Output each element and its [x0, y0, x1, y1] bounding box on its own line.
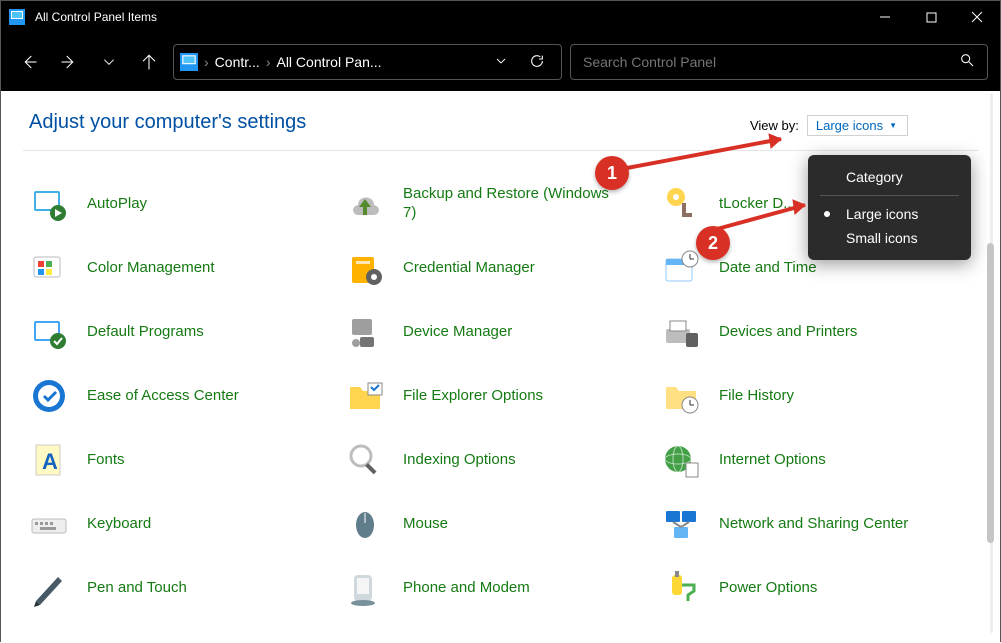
titlebar: All Control Panel Items — [1, 1, 1000, 33]
indexing-icon — [343, 438, 387, 482]
window-title: All Control Panel Items — [33, 10, 862, 24]
address-bar[interactable]: › Contr... › All Control Pan... — [173, 44, 562, 80]
control-panel-item[interactable]: Indexing Options — [343, 435, 655, 485]
caret-down-icon: ▼ — [889, 121, 897, 130]
control-panel-item[interactable]: Color Management — [27, 243, 339, 293]
item-label: Fonts — [87, 451, 125, 470]
file-explorer-icon — [343, 374, 387, 418]
recent-button[interactable] — [93, 46, 125, 78]
close-button[interactable] — [954, 1, 1000, 33]
pen-icon — [27, 566, 71, 610]
device-manager-icon — [343, 310, 387, 354]
breadcrumb-segment[interactable]: Contr... — [215, 54, 260, 70]
control-panel-item[interactable]: Pen and Touch — [27, 563, 339, 613]
bullet-icon — [824, 211, 830, 217]
minimize-button[interactable] — [862, 1, 908, 33]
search-box[interactable] — [570, 44, 988, 80]
fonts-icon: A — [27, 438, 71, 482]
file-history-icon — [659, 374, 703, 418]
viewby-dropdown: Category Large icons Small icons — [808, 155, 971, 260]
control-panel-item[interactable]: Power Options — [659, 563, 971, 613]
control-panel-item[interactable]: Device Manager — [343, 307, 655, 357]
internet-icon — [659, 438, 703, 482]
control-panel-icon — [9, 9, 25, 25]
autoplay-icon — [27, 182, 71, 226]
control-panel-icon — [180, 53, 198, 71]
viewby-value: Large icons — [816, 118, 883, 133]
breadcrumb-segment[interactable]: All Control Pan... — [276, 54, 381, 70]
chevron-right-icon: › — [202, 54, 211, 70]
bitlocker-icon — [659, 182, 703, 226]
maximize-button[interactable] — [908, 1, 954, 33]
dropdown-item-large-icons[interactable]: Large icons — [808, 202, 971, 226]
control-panel-item[interactable]: File History — [659, 371, 971, 421]
dropdown-item-small-icons[interactable]: Small icons — [808, 226, 971, 250]
annotation-badge-2: 2 — [696, 226, 730, 260]
item-label: Keyboard — [87, 515, 151, 534]
divider — [820, 195, 959, 196]
control-panel-item[interactable]: Credential Manager — [343, 243, 655, 293]
network-icon — [659, 502, 703, 546]
annotation-arrow — [711, 195, 821, 235]
devices-printers-icon — [659, 310, 703, 354]
power-icon — [659, 566, 703, 610]
scrollbar-thumb[interactable] — [987, 243, 994, 543]
item-label: Default Programs — [87, 323, 204, 342]
color-icon — [27, 246, 71, 290]
forward-button[interactable] — [53, 46, 85, 78]
chevron-right-icon: › — [264, 54, 273, 70]
control-panel-item[interactable]: Phone and Modem — [343, 563, 655, 613]
credential-icon — [343, 246, 387, 290]
control-panel-item[interactable]: Network and Sharing Center — [659, 499, 971, 549]
item-label: File Explorer Options — [403, 387, 543, 406]
search-icon — [959, 52, 975, 73]
viewby-select[interactable]: Large icons ▼ — [807, 115, 908, 136]
item-label: Device Manager — [403, 323, 512, 342]
control-panel-item[interactable]: Ease of Access Center — [27, 371, 339, 421]
control-panel-item[interactable]: Default Programs — [27, 307, 339, 357]
control-panel-item[interactable]: AutoPlay — [27, 179, 339, 229]
annotation-badge-1: 1 — [595, 156, 629, 190]
keyboard-icon — [27, 502, 71, 546]
svg-text:A: A — [42, 449, 58, 474]
item-label: AutoPlay — [87, 195, 147, 214]
item-label: File History — [719, 387, 794, 406]
item-label: Pen and Touch — [87, 579, 187, 598]
item-label: Phone and Modem — [403, 579, 530, 598]
item-label: Network and Sharing Center — [719, 515, 908, 534]
item-label: Date and Time — [719, 259, 817, 278]
item-label: Color Management — [87, 259, 215, 278]
backup-icon — [343, 182, 387, 226]
item-label: Ease of Access Center — [87, 387, 239, 406]
item-label: Mouse — [403, 515, 448, 534]
item-label: Power Options — [719, 579, 817, 598]
address-dropdown[interactable] — [487, 54, 515, 70]
annotation-arrow — [601, 131, 801, 181]
ease-access-icon — [27, 374, 71, 418]
item-label: Internet Options — [719, 451, 826, 470]
back-button[interactable] — [13, 46, 45, 78]
up-button[interactable] — [133, 46, 165, 78]
control-panel-item[interactable]: Internet Options — [659, 435, 971, 485]
refresh-button[interactable] — [519, 53, 555, 72]
dropdown-item-category[interactable]: Category — [808, 165, 971, 189]
control-panel-item[interactable]: Keyboard — [27, 499, 339, 549]
item-label: Credential Manager — [403, 259, 535, 278]
navbar: › Contr... › All Control Pan... — [1, 33, 1000, 91]
scrollbar[interactable] — [986, 93, 996, 633]
control-panel-item[interactable]: A Fonts — [27, 435, 339, 485]
item-label: Indexing Options — [403, 451, 516, 470]
control-panel-item[interactable]: File Explorer Options — [343, 371, 655, 421]
control-panel-item[interactable]: Devices and Printers — [659, 307, 971, 357]
phone-icon — [343, 566, 387, 610]
mouse-icon — [343, 502, 387, 546]
default-programs-icon — [27, 310, 71, 354]
control-panel-item[interactable]: Mouse — [343, 499, 655, 549]
item-label: Devices and Printers — [719, 323, 857, 342]
item-label: Backup and Restore (Windows 7) — [403, 185, 623, 223]
datetime-icon — [659, 246, 703, 290]
search-input[interactable] — [583, 54, 959, 70]
